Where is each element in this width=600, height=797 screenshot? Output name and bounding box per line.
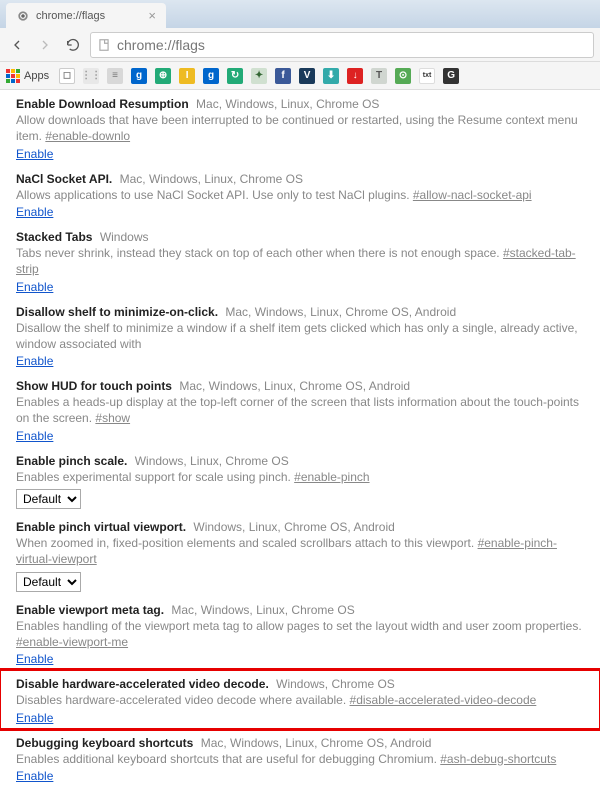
flag-item: Enable pinch virtual viewport. Windows, … xyxy=(0,513,600,596)
flag-enable-link[interactable]: Enable xyxy=(16,205,53,219)
flag-platforms: Windows, Linux, Chrome OS, Android xyxy=(190,520,395,534)
apps-icon xyxy=(6,69,20,83)
flag-description: Enables handling of the viewport meta ta… xyxy=(16,618,584,650)
flag-platforms: Mac, Windows, Linux, Chrome OS xyxy=(116,172,303,186)
bookmark-icon[interactable]: ✦ xyxy=(251,68,267,84)
flag-platforms: Mac, Windows, Linux, Chrome OS xyxy=(168,603,355,617)
toolbar xyxy=(0,28,600,62)
bookmark-icon[interactable]: g xyxy=(203,68,219,84)
flag-anchor-link[interactable]: #show xyxy=(95,411,130,425)
flag-platforms: Mac, Windows, Linux, Chrome OS, Android xyxy=(176,379,410,393)
bookmark-icon[interactable]: ≡ xyxy=(107,68,123,84)
flag-name: Show HUD for touch points xyxy=(16,379,172,393)
flag-anchor-link[interactable]: #enable-viewport-me xyxy=(16,635,128,649)
flags-favicon-icon xyxy=(16,9,30,23)
bookmark-icon[interactable]: ⋮⋮ xyxy=(83,68,99,84)
flag-description: Enables a heads-up display at the top-le… xyxy=(16,394,584,426)
flag-name: Enable pinch scale. xyxy=(16,454,127,468)
flag-description: Allow downloads that have been interrupt… xyxy=(16,112,584,144)
forward-button[interactable] xyxy=(34,34,56,56)
flag-item: Debugging keyboard shortcuts Mac, Window… xyxy=(0,729,600,787)
flag-anchor-link[interactable]: #allow-nacl-socket-api xyxy=(413,188,532,202)
flag-name: Enable viewport meta tag. xyxy=(16,603,164,617)
bookmark-icon[interactable]: g xyxy=(131,68,147,84)
bookmark-bar: Apps ◻ ⋮⋮ ≡ g ⊕ I g ↻ ✦ f V ⬇ ↓ T ⊙ txt … xyxy=(0,62,600,90)
bookmark-icon[interactable]: V xyxy=(299,68,315,84)
flag-description: When zoomed in, fixed-position elements … xyxy=(16,535,584,567)
back-button[interactable] xyxy=(6,34,28,56)
flag-item: Enable pinch scale. Windows, Linux, Chro… xyxy=(0,447,600,513)
flag-anchor-link[interactable]: #disable-accelerated-video-decode xyxy=(350,693,537,707)
flag-name: Stacked Tabs xyxy=(16,230,92,244)
bookmark-icons: ◻ ⋮⋮ ≡ g ⊕ I g ↻ ✦ f V ⬇ ↓ T ⊙ txt G xyxy=(59,68,459,84)
bookmark-icon[interactable]: f xyxy=(275,68,291,84)
bookmark-icon[interactable]: txt xyxy=(419,68,435,84)
flag-description: Allows applications to use NaCl Socket A… xyxy=(16,187,584,203)
bookmark-icon[interactable]: T xyxy=(371,68,387,84)
flag-enable-link[interactable]: Enable xyxy=(16,147,53,161)
flag-description: Disallow the shelf to minimize a window … xyxy=(16,320,584,352)
flag-enable-link[interactable]: Enable xyxy=(16,652,53,666)
bookmark-icon[interactable]: ⬇ xyxy=(323,68,339,84)
bookmark-icon[interactable]: ⊙ xyxy=(395,68,411,84)
flag-item: Enable viewport meta tag. Mac, Windows, … xyxy=(0,596,600,671)
flag-item: Enable Download Resumption Mac, Windows,… xyxy=(0,90,600,165)
flag-anchor-link[interactable]: #enable-pinch xyxy=(294,470,369,484)
bookmark-icon[interactable]: ⊕ xyxy=(155,68,171,84)
flag-item: NaCl Socket API. Mac, Windows, Linux, Ch… xyxy=(0,165,600,223)
flag-platforms: Mac, Windows, Linux, Chrome OS, Android xyxy=(222,305,456,319)
flags-list: Enable Download Resumption Mac, Windows,… xyxy=(0,90,600,797)
bookmark-icon[interactable]: I xyxy=(179,68,195,84)
flag-enable-link[interactable]: Enable xyxy=(16,429,53,443)
flag-anchor-link[interactable]: #enable-downlo xyxy=(45,129,130,143)
flag-select[interactable]: Default xyxy=(16,489,81,509)
flag-enable-link[interactable]: Enable xyxy=(16,354,53,368)
flag-name: Enable Download Resumption xyxy=(16,97,189,111)
flag-name: NaCl Socket API. xyxy=(16,172,112,186)
flag-description: Enables experimental support for scale u… xyxy=(16,469,584,485)
reload-button[interactable] xyxy=(62,34,84,56)
flag-platforms: Windows xyxy=(96,230,148,244)
flag-item: Show HUD for touch points Mac, Windows, … xyxy=(0,372,600,447)
flag-name: Disallow shelf to minimize-on-click. xyxy=(16,305,218,319)
bookmark-icon[interactable]: ↓ xyxy=(347,68,363,84)
bookmark-icon[interactable]: G xyxy=(443,68,459,84)
flag-name: Enable pinch virtual viewport. xyxy=(16,520,186,534)
flag-select[interactable]: Default xyxy=(16,572,81,592)
flag-description: Tabs never shrink, instead they stack on… xyxy=(16,245,584,277)
tab-title: chrome://flags xyxy=(36,10,105,22)
flag-enable-link[interactable]: Enable xyxy=(16,769,53,783)
apps-label: Apps xyxy=(24,70,49,82)
flag-platforms: Mac, Windows, Linux, Chrome OS, Android xyxy=(197,736,431,750)
flag-name: Debugging keyboard shortcuts xyxy=(16,736,193,750)
flag-enable-link[interactable]: Enable xyxy=(16,711,53,725)
flag-platforms: Windows, Chrome OS xyxy=(273,677,395,691)
apps-button[interactable]: Apps xyxy=(6,69,49,83)
page-icon xyxy=(97,38,111,52)
flag-anchor-link[interactable]: #ash-debug-shortcuts xyxy=(440,752,556,766)
flag-platforms: Mac, Windows, Linux, Chrome OS xyxy=(193,97,380,111)
bookmark-icon[interactable]: ◻ xyxy=(59,68,75,84)
close-icon[interactable]: × xyxy=(148,8,156,23)
bookmark-icon[interactable]: ↻ xyxy=(227,68,243,84)
browser-tab[interactable]: chrome://flags × xyxy=(6,3,166,28)
flag-platforms: Windows, Linux, Chrome OS xyxy=(131,454,288,468)
flag-name: Disable hardware-accelerated video decod… xyxy=(16,677,269,691)
flag-enable-link[interactable]: Enable xyxy=(16,280,53,294)
url-input[interactable] xyxy=(117,37,587,53)
flag-item: Disallow shelf to minimize-on-click. Mac… xyxy=(0,298,600,373)
flag-item: Stacked Tabs WindowsTabs never shrink, i… xyxy=(0,223,600,298)
flag-description: Disables hardware-accelerated video deco… xyxy=(16,692,584,708)
flag-item: Disable hardware-accelerated video decod… xyxy=(0,670,600,728)
flag-description: Enables additional keyboard shortcuts th… xyxy=(16,751,584,767)
tab-bar: chrome://flags × xyxy=(0,0,600,28)
omnibox[interactable] xyxy=(90,32,594,58)
